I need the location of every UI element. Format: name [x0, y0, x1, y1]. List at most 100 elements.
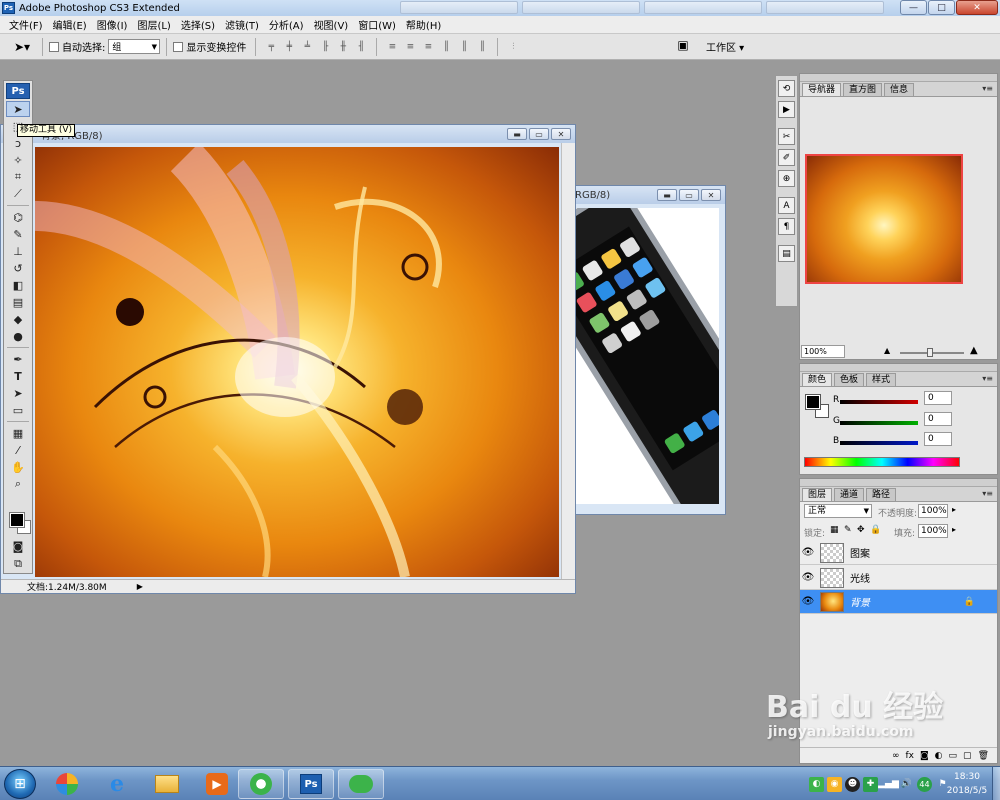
menu-layer[interactable]: 图层(L) — [132, 17, 175, 32]
panel-header[interactable] — [800, 74, 997, 82]
zoom-slider-handle[interactable] — [927, 348, 933, 357]
opacity-input[interactable]: 100% — [918, 504, 948, 518]
maximize-icon[interactable]: ▭ — [679, 189, 699, 201]
visibility-eye-icon[interactable]: 👁 — [800, 572, 816, 583]
eraser-tool-icon[interactable]: ◧ — [6, 277, 30, 293]
show-transform-checkbox[interactable] — [173, 41, 184, 52]
layer-row[interactable]: 👁 光线 — [800, 566, 997, 590]
eyedropper-tool-icon[interactable]: ⁄ — [6, 442, 30, 458]
taskbar-app-media-player[interactable]: ▶ — [194, 769, 240, 799]
panel-menu-icon[interactable]: ▾≡ — [982, 374, 993, 383]
opacity-arrow-icon[interactable]: ▸ — [952, 505, 956, 514]
new-layer-icon[interactable]: ▢ — [963, 751, 972, 761]
panel-header[interactable] — [800, 479, 997, 487]
panel-menu-icon[interactable]: ▾≡ — [982, 84, 993, 93]
maximize-icon[interactable]: ▭ — [529, 128, 549, 140]
dodge-tool-icon[interactable]: ● — [6, 328, 30, 344]
lasso-tool-icon[interactable]: ↄ — [6, 135, 30, 151]
path-selection-tool-icon[interactable]: ➤ — [6, 385, 30, 401]
taskbar-app-photo-viewer[interactable] — [44, 769, 90, 799]
tab-navigator[interactable]: 导航器 — [802, 83, 842, 96]
distribute-vcenter-icon[interactable]: ≡ — [402, 40, 418, 54]
document-canvas-phone[interactable] — [575, 208, 719, 504]
taskbar-app-browser[interactable] — [238, 769, 284, 799]
align-bottom-icon[interactable]: ╧ — [299, 40, 315, 54]
visibility-eye-icon[interactable]: 👁 — [800, 547, 816, 558]
slice-tool-icon[interactable]: ⟋ — [6, 186, 30, 202]
browser-tab[interactable] — [522, 1, 640, 14]
hand-tool-icon[interactable]: ✋ — [6, 459, 30, 475]
close-icon[interactable]: ✕ — [551, 128, 571, 140]
fill-input[interactable]: 100% — [918, 524, 948, 538]
quick-mask-icon[interactable]: ◙ — [6, 538, 30, 554]
align-right-icon[interactable]: ╢ — [353, 40, 369, 54]
blend-mode-dropdown[interactable]: 正常 ▼ — [804, 504, 872, 518]
taskbar-app-file-explorer[interactable] — [144, 769, 190, 799]
system-clock[interactable]: 18:30 2018/5/5 — [942, 770, 992, 798]
maximize-button[interactable]: □ — [928, 0, 955, 15]
tool-preset-picker[interactable]: ➤▾ — [8, 38, 36, 56]
browser-tab[interactable] — [644, 1, 762, 14]
align-top-icon[interactable]: ╤ — [263, 40, 279, 54]
tab-info[interactable]: 信息 — [884, 83, 915, 96]
auto-select-dropdown[interactable]: 组 ▼ — [108, 39, 161, 54]
paragraph-panel-icon[interactable]: ¶ — [778, 218, 795, 235]
gradient-tool-icon[interactable]: ▤ — [6, 294, 30, 310]
menu-image[interactable]: 图像(I) — [92, 17, 133, 32]
new-group-icon[interactable]: ▭ — [949, 751, 958, 761]
show-desktop-button[interactable] — [992, 767, 1000, 800]
browser-tab[interactable] — [766, 1, 884, 14]
zoom-tool-icon[interactable]: ⌕ — [6, 476, 30, 492]
align-hcenter-icon[interactable]: ╫ — [335, 40, 351, 54]
zoom-in-icon[interactable]: ▲ — [970, 345, 978, 356]
history-brush-tool-icon[interactable]: ↺ — [6, 260, 30, 276]
document-title-bar[interactable]: 背景, RGB/8) — [1, 125, 575, 143]
clone-stamp-tool-icon[interactable]: ⊥ — [6, 243, 30, 259]
color-spectrum-bar[interactable] — [804, 457, 960, 467]
tab-paths[interactable]: 路径 — [866, 488, 897, 501]
distribute-right-icon[interactable]: ║ — [474, 40, 490, 54]
red-slider[interactable] — [840, 397, 918, 407]
layer-row[interactable]: 👁 图案 — [800, 541, 997, 565]
menu-window[interactable]: 窗口(W) — [353, 17, 401, 32]
zoom-box[interactable]: 100% — [801, 345, 845, 358]
foreground-color-swatch[interactable] — [805, 394, 821, 410]
magic-wand-tool-icon[interactable]: ✧ — [6, 152, 30, 168]
layer-comps-icon[interactable]: ▤ — [778, 245, 795, 262]
adjustment-layer-icon[interactable]: ◐ — [935, 751, 943, 761]
foreground-color-swatch[interactable] — [9, 512, 25, 528]
zoom-out-icon[interactable]: ▲ — [884, 346, 890, 355]
panel-header[interactable] — [800, 364, 997, 372]
distribute-left-icon[interactable]: ║ — [438, 40, 454, 54]
visibility-eye-icon[interactable]: 👁 — [800, 596, 816, 607]
tab-color[interactable]: 颜色 — [802, 373, 833, 386]
close-button[interactable]: ✕ — [956, 0, 998, 15]
wechat-tray-icon[interactable]: ◐ — [809, 776, 824, 792]
actions-panel-icon[interactable]: ▶ — [778, 101, 795, 118]
menu-filter[interactable]: 滤镜(T) — [220, 17, 264, 32]
type-tool-icon[interactable]: T — [6, 368, 30, 384]
pen-tool-icon[interactable]: ✒ — [6, 351, 30, 367]
menu-file[interactable]: 文件(F) — [4, 17, 48, 32]
tool-presets-icon[interactable]: ✂ — [778, 128, 795, 145]
menu-view[interactable]: 视图(V) — [309, 17, 354, 32]
move-tool-icon[interactable]: ➤ — [6, 101, 30, 117]
distribute-bottom-icon[interactable]: ≡ — [420, 40, 436, 54]
file-browser-icon[interactable]: ▣ — [674, 38, 692, 53]
tab-swatches[interactable]: 色板 — [834, 373, 865, 386]
workspace-button[interactable]: 工作区 ▾ — [706, 39, 744, 54]
tab-histogram[interactable]: 直方图 — [843, 83, 883, 96]
menu-edit[interactable]: 编辑(E) — [48, 17, 92, 32]
document-canvas[interactable] — [35, 147, 559, 577]
fill-arrow-icon[interactable]: ▸ — [952, 525, 956, 534]
qq-tray-icon[interactable]: ☻ — [845, 776, 860, 792]
clone-source-icon[interactable]: ⊕ — [778, 170, 795, 187]
character-panel-icon[interactable]: A — [778, 197, 795, 214]
healing-brush-tool-icon[interactable]: ⌬ — [6, 209, 30, 225]
tray-badge-icon[interactable]: 44 — [917, 776, 932, 792]
taskbar-app-photoshop[interactable]: Ps — [288, 769, 334, 799]
distribute-top-icon[interactable]: ≡ — [384, 40, 400, 54]
brushes-panel-icon[interactable]: ✐ — [778, 149, 795, 166]
layer-mask-icon[interactable]: ◙ — [920, 751, 929, 761]
brush-tool-icon[interactable]: ✎ — [6, 226, 30, 242]
